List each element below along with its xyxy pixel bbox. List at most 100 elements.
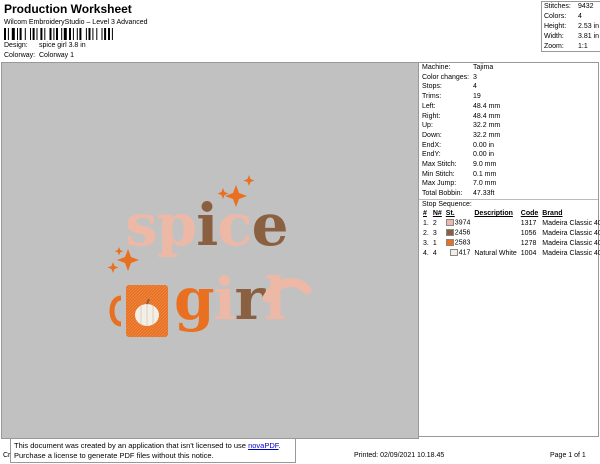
stat-value: 2.53 in bbox=[578, 23, 600, 30]
stat-zoom: Zoom: 1:1 bbox=[544, 43, 588, 50]
sparkle-icon bbox=[114, 247, 124, 256]
stop-index-cell: 2. bbox=[421, 228, 431, 238]
needle-number-cell: 3 bbox=[431, 228, 444, 238]
stitch-count: 2456 bbox=[454, 229, 471, 237]
barcode-bar bbox=[76, 28, 78, 40]
sparkle-icon bbox=[107, 262, 119, 273]
table-row: 4. 4 417 Natural White 1004 Madeira Classic 4… bbox=[421, 248, 600, 258]
machine-value: 19 bbox=[473, 93, 481, 101]
color-description-cell bbox=[472, 228, 518, 238]
thread-code-cell: 1278 bbox=[519, 238, 541, 248]
machine-value: 48.4 mm bbox=[473, 112, 501, 120]
thread-brand: Madeira Classic 40 bbox=[542, 219, 600, 227]
needle-number: 2 bbox=[432, 219, 437, 227]
barcode-bar bbox=[44, 28, 46, 40]
machine-label: Right: bbox=[422, 112, 441, 120]
table-row: 3. 1 2583 1278 Madeira Classic 40 bbox=[421, 238, 600, 248]
col-header: Description bbox=[474, 210, 513, 217]
machine-value: Tajima bbox=[473, 64, 494, 71]
stop-sequence-heading: Stop Sequence: bbox=[422, 201, 472, 208]
notice-text: . bbox=[278, 441, 281, 450]
barcode-bar bbox=[17, 28, 18, 40]
machine-value: 4 bbox=[473, 83, 477, 91]
col-header: Brand bbox=[542, 210, 563, 217]
machine-row: Up: 32.2 mm bbox=[422, 122, 500, 130]
machine-value: 9.0 mm bbox=[473, 161, 497, 168]
color-description-cell bbox=[472, 238, 518, 248]
machine-row: Left: 48.4 mm bbox=[422, 102, 500, 110]
barcode-bar bbox=[69, 28, 71, 40]
col-header: N# bbox=[432, 210, 442, 217]
machine-value: 0.00 in bbox=[473, 141, 495, 149]
design-value: spice girl 3.8 in bbox=[39, 42, 86, 49]
design-preview: spice girl bbox=[1, 62, 419, 439]
machine-row: EndY: 0.00 in bbox=[422, 151, 494, 158]
stitch-count-cell: 3974 bbox=[444, 218, 473, 228]
divider bbox=[419, 199, 598, 200]
machine-value: 3 bbox=[473, 73, 477, 81]
barcode-bar bbox=[4, 28, 6, 40]
barcode-bar bbox=[30, 28, 31, 40]
thread-brand-cell: Madeira Classic 40 bbox=[540, 228, 600, 238]
colorway-row: Colorway: Colorway 1 bbox=[4, 52, 74, 59]
machine-value: 0.00 in bbox=[473, 151, 495, 159]
design-row: Design: spice girl 3.8 in bbox=[4, 42, 86, 49]
table-header-row: # N# St. Description Code Brand bbox=[421, 209, 600, 218]
stat-label: Width: bbox=[544, 33, 564, 40]
needle-number-cell: 4 bbox=[431, 248, 444, 258]
barcode-bar bbox=[88, 28, 91, 40]
machine-row: Trims: 19 bbox=[422, 93, 481, 101]
machine-value: 48.4 mm bbox=[473, 102, 501, 110]
barcode-bar bbox=[92, 28, 94, 40]
machine-label: EndX: bbox=[422, 141, 442, 149]
mug-icon bbox=[109, 285, 168, 337]
machine-label: Min Stitch: bbox=[422, 170, 455, 178]
stat-label: Height: bbox=[544, 23, 567, 30]
stop-index-cell: 4. bbox=[421, 248, 431, 258]
design-label: Design: bbox=[4, 42, 28, 49]
novapdf-link[interactable]: novaPDF bbox=[248, 441, 278, 450]
machine-label: Max Jump: bbox=[422, 180, 457, 188]
barcode-bar bbox=[101, 28, 103, 40]
thread-brand-cell: Madeira Classic 40 bbox=[540, 238, 600, 248]
col-header: St. bbox=[445, 210, 455, 217]
stop-index: 4. bbox=[423, 249, 429, 257]
machine-label: Up: bbox=[422, 122, 433, 130]
stitch-count-cell: 417 bbox=[444, 248, 473, 258]
stitch-count-cell: 2456 bbox=[444, 228, 473, 238]
stat-label: Zoom: bbox=[544, 43, 564, 50]
sparkle-icon bbox=[243, 175, 255, 186]
barcode-bar bbox=[53, 28, 55, 40]
barcode-bar bbox=[85, 28, 87, 40]
needle-number: 3 bbox=[432, 229, 437, 237]
machine-value: 32.2 mm bbox=[473, 131, 501, 139]
notice-text: Purchase a license to generate PDF files… bbox=[14, 451, 214, 460]
color-description: Natural White bbox=[474, 249, 517, 257]
design-swash bbox=[262, 278, 312, 303]
stat-label: Stitches: bbox=[544, 3, 571, 10]
barcode-bar bbox=[40, 28, 43, 40]
stat-value: 1:1 bbox=[578, 43, 588, 50]
barcode-bar bbox=[104, 28, 107, 40]
machine-row: EndX: 0.00 in bbox=[422, 141, 494, 149]
machine-row: Right: 48.4 mm bbox=[422, 112, 500, 120]
stop-index-cell: 1. bbox=[421, 218, 431, 228]
barcode-bar bbox=[7, 28, 9, 40]
stitch-count: 417 bbox=[458, 249, 471, 257]
machine-value: 32.2 mm bbox=[473, 122, 501, 130]
machine-info-panel: Machine: Tajima Color changes: 3 Stops: 4 Trim… bbox=[418, 62, 600, 437]
machine-label: Stops: bbox=[422, 83, 442, 91]
machine-label: Trims: bbox=[422, 93, 442, 101]
notice-text: This document was created by an applicat… bbox=[14, 441, 249, 450]
machine-label: Left: bbox=[422, 102, 436, 110]
machine-label: Max Stitch: bbox=[422, 161, 457, 168]
thread-brand-cell: Madeira Classic 40 bbox=[540, 218, 600, 228]
thread-code-cell: 1056 bbox=[519, 228, 541, 238]
machine-label: Down: bbox=[422, 131, 442, 139]
colorway-value: Colorway 1 bbox=[39, 52, 75, 59]
license-notice: This document was created by an applicat… bbox=[10, 438, 296, 463]
stat-value: 9432 bbox=[578, 3, 594, 10]
barcode-bar bbox=[108, 28, 110, 40]
needle-number: 1 bbox=[432, 239, 437, 247]
col-header: Code bbox=[520, 210, 539, 217]
